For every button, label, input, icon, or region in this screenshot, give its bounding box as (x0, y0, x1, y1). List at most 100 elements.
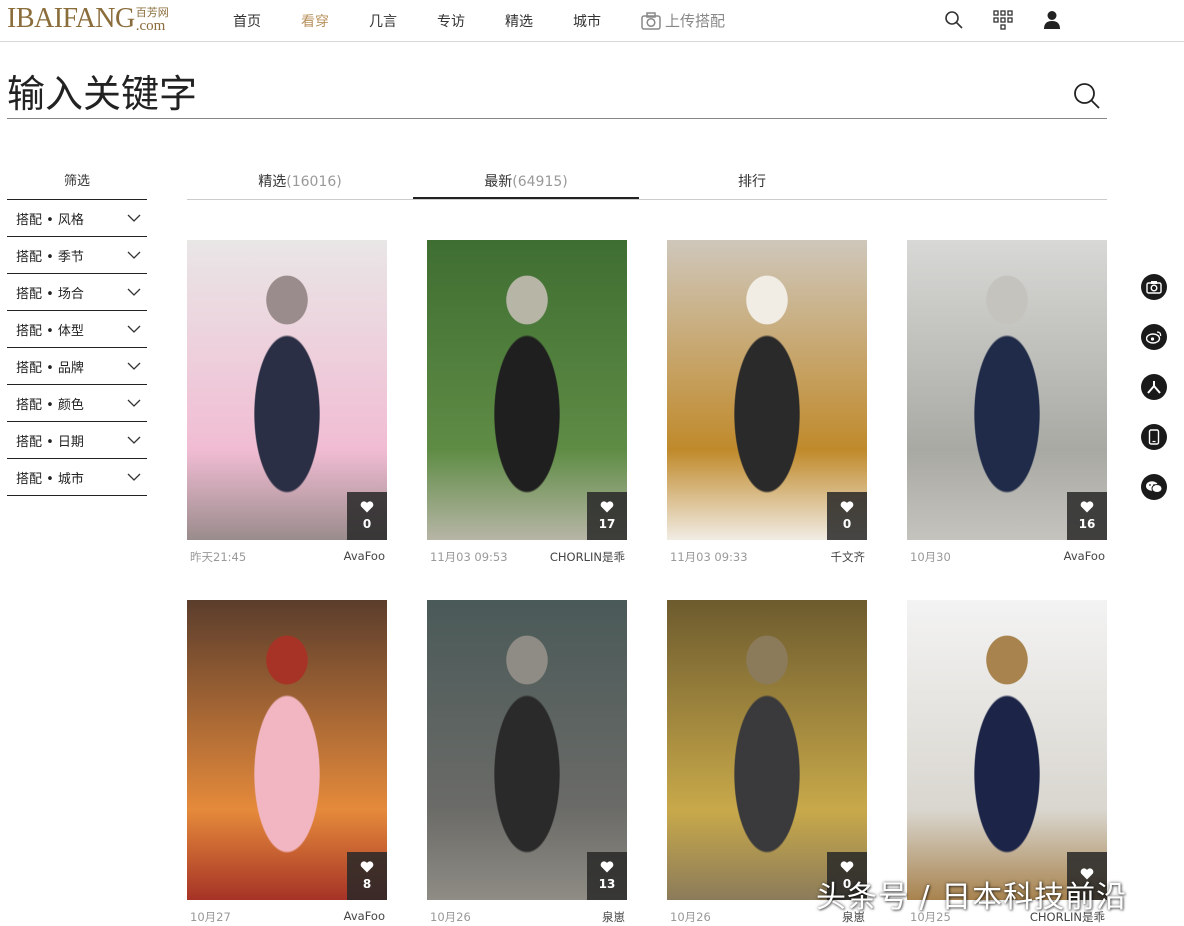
like-button[interactable]: 0 (347, 492, 387, 540)
heart-icon (600, 501, 614, 513)
outfit-card[interactable]: 16 10月30 AvaFoo (907, 240, 1107, 565)
outfit-card[interactable]: 13 10月26 泉崽 (427, 600, 627, 925)
filter-item[interactable]: 搭配 • 颜色 (7, 385, 147, 422)
filter-item[interactable]: 搭配 • 品牌 (7, 348, 147, 385)
nav-words[interactable]: 几言 (369, 11, 437, 31)
like-count: 13 (598, 877, 616, 891)
post-author[interactable]: 泉崽 (602, 909, 625, 925)
chevron-down-icon (127, 251, 141, 259)
filter-item[interactable]: 搭配 • 日期 (7, 422, 147, 459)
heart-icon (360, 861, 374, 873)
tab-featured[interactable]: 精选(16016) (187, 168, 413, 199)
outfit-card[interactable]: 17 11月03 09:53 CHORLIN是乖 (427, 240, 627, 565)
top-navbar: IBAIFANG 百芳网 .com 首页 看穿 几言 专访 精选 城市 上传搭配 (0, 0, 1184, 42)
site-logo[interactable]: IBAIFANG 百芳网 .com (7, 4, 169, 34)
post-time: 11月03 09:33 (670, 550, 748, 564)
post-author[interactable]: CHORLIN是乖 (550, 549, 625, 565)
like-count: 17 (598, 517, 616, 531)
filter-item-label: 搭配 • 城市 (16, 471, 84, 487)
nav-home[interactable]: 首页 (233, 11, 301, 31)
chevron-down-icon (127, 214, 141, 222)
filter-item-label: 搭配 • 颜色 (16, 397, 84, 413)
post-time: 10月27 (190, 910, 231, 924)
post-time: 昨天21:45 (190, 550, 247, 564)
post-time: 10月26 (670, 910, 711, 924)
filter-item[interactable]: 搭配 • 体型 (7, 311, 147, 348)
outfit-photo[interactable] (907, 600, 1107, 900)
chevron-down-icon (127, 399, 141, 407)
post-time: 10月26 (430, 910, 471, 924)
nav-interviews[interactable]: 专访 (437, 11, 505, 31)
chevron-down-icon (127, 325, 141, 333)
share-bar (1141, 274, 1169, 524)
chevron-down-icon (127, 436, 141, 444)
filter-item-label: 搭配 • 日期 (16, 434, 84, 450)
search-submit-icon[interactable] (1073, 82, 1101, 110)
heart-icon (1080, 501, 1094, 513)
outfit-photo[interactable]: 0 (187, 240, 387, 540)
main-nav: 首页 看穿 几言 专访 精选 城市 (233, 11, 641, 31)
logo-com: .com (135, 18, 166, 34)
weibo-icon[interactable] (1141, 324, 1167, 350)
outfit-card[interactable]: 0 昨天21:45 AvaFoo (187, 240, 387, 565)
sort-tabs: 精选(16016) 最新(64915) 排行 (187, 168, 1107, 200)
filter-item-label: 搭配 • 季节 (16, 249, 84, 265)
upload-label: 上传搭配 (665, 12, 726, 30)
outfit-photo[interactable]: 8 (187, 600, 387, 900)
nav-featured[interactable]: 精选 (505, 11, 573, 31)
filter-item-label: 搭配 • 场合 (16, 286, 84, 302)
camera-icon[interactable] (1141, 274, 1167, 300)
post-author[interactable]: AvaFoo (344, 549, 385, 565)
watermark-text: 头条号 / 日本科技前沿 (816, 880, 1128, 915)
post-author[interactable]: 千文齐 (831, 549, 866, 565)
like-count: 16 (1078, 517, 1096, 531)
outfit-photo[interactable]: 17 (427, 240, 627, 540)
like-count: 8 (362, 877, 372, 891)
search-icon[interactable] (944, 10, 964, 30)
nav-city[interactable]: 城市 (573, 11, 641, 31)
user-icon[interactable] (1044, 10, 1060, 30)
chevron-down-icon (127, 288, 141, 296)
filter-sidebar: 筛选 搭配 • 风格搭配 • 季节 搭配 • 场合 搭配 • 体型 搭配 • 品牌 搭配… (7, 170, 147, 496)
post-time: 11月03 09:53 (430, 550, 508, 564)
post-author[interactable]: AvaFoo (1064, 549, 1105, 565)
filter-item[interactable]: 搭配 • 风格 (7, 200, 147, 237)
outfit-card[interactable]: 8 10月27 AvaFoo (187, 600, 387, 925)
grid-menu-icon[interactable] (993, 10, 1013, 30)
logo-text: IBAIFANG (7, 3, 135, 34)
mobile-icon[interactable] (1141, 424, 1167, 450)
like-button[interactable]: 8 (347, 852, 387, 900)
heart-icon (840, 501, 854, 513)
search-bar (7, 70, 1107, 119)
renren-icon[interactable] (1141, 374, 1167, 400)
filter-item[interactable]: 搭配 • 城市 (7, 459, 147, 496)
heart-icon (600, 861, 614, 873)
nav-looks[interactable]: 看穿 (301, 11, 369, 31)
outfit-photo[interactable]: 0 (667, 600, 867, 900)
tab-latest[interactable]: 最新(64915) (413, 168, 639, 199)
filter-title: 筛选 (7, 170, 147, 200)
wechat-icon[interactable] (1141, 474, 1167, 500)
like-count: 0 (362, 517, 372, 531)
outfit-card[interactable]: 0 11月03 09:33 千文齐 (667, 240, 867, 565)
upload-outfit-button[interactable]: 上传搭配 (641, 10, 725, 31)
outfit-photo[interactable]: 16 (907, 240, 1107, 540)
camera-icon (641, 11, 661, 30)
like-button[interactable]: 17 (587, 492, 627, 540)
post-time: 10月30 (910, 550, 951, 564)
chevron-down-icon (127, 362, 141, 370)
filter-item-label: 搭配 • 体型 (16, 323, 84, 339)
search-input[interactable] (7, 70, 1007, 118)
outfit-photo[interactable]: 13 (427, 600, 627, 900)
chevron-down-icon (127, 473, 141, 481)
filter-item[interactable]: 搭配 • 季节 (7, 237, 147, 274)
like-button[interactable]: 13 (587, 852, 627, 900)
like-button[interactable]: 0 (827, 492, 867, 540)
filter-item[interactable]: 搭配 • 场合 (7, 274, 147, 311)
tab-ranking[interactable]: 排行 (639, 168, 865, 199)
like-button[interactable]: 16 (1067, 492, 1107, 540)
outfit-photo[interactable]: 0 (667, 240, 867, 540)
post-author[interactable]: AvaFoo (344, 909, 385, 925)
like-count: 0 (842, 517, 852, 531)
filter-item-label: 搭配 • 品牌 (16, 360, 84, 376)
